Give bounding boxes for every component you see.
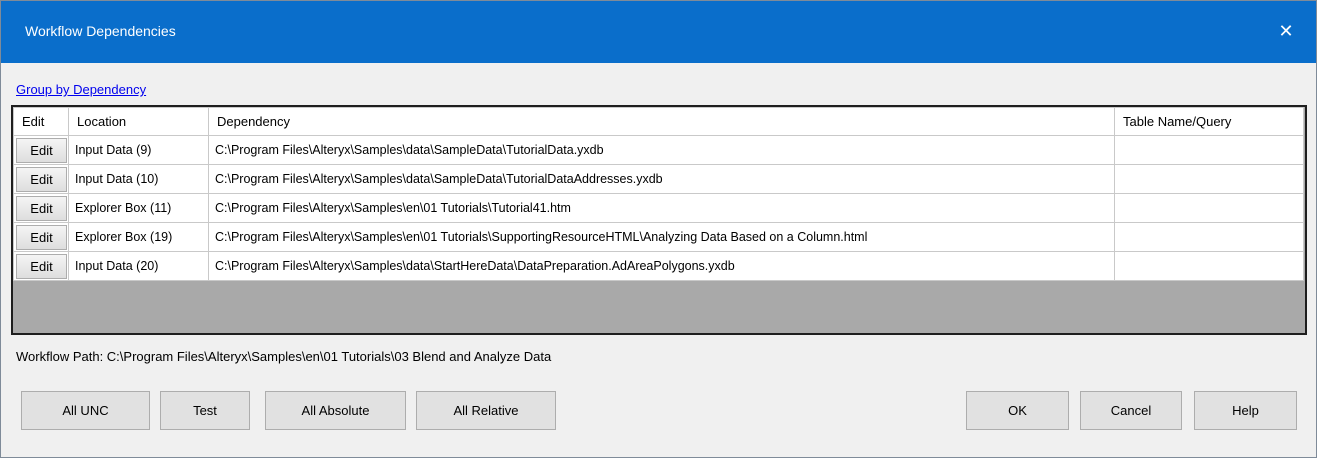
location-cell[interactable]: Explorer Box (19) — [68, 222, 209, 252]
all-relative-button[interactable]: All Relative — [416, 391, 556, 430]
table-row[interactable]: Edit Explorer Box (11) C:\Program Files\… — [13, 193, 1304, 223]
help-button[interactable]: Help — [1194, 391, 1297, 430]
dependencies-grid: Edit Location Dependency Table Name/Quer… — [11, 105, 1307, 335]
table-query-cell[interactable] — [1114, 164, 1304, 194]
edit-cell: Edit — [13, 193, 69, 223]
dependency-cell[interactable]: C:\Program Files\Alteryx\Samples\en\01 T… — [208, 222, 1115, 252]
edit-cell: Edit — [13, 164, 69, 194]
table-row[interactable]: Edit Input Data (10) C:\Program Files\Al… — [13, 164, 1304, 194]
workflow-dependencies-dialog: Workflow Dependencies ✕ Group by Depende… — [0, 0, 1317, 458]
table-header-row: Edit Location Dependency Table Name/Quer… — [13, 107, 1304, 136]
edit-button[interactable]: Edit — [16, 137, 67, 163]
dependencies-table: Edit Location Dependency Table Name/Quer… — [13, 107, 1304, 281]
workflow-path-label: Workflow Path: C:\Program Files\Alteryx\… — [16, 349, 552, 364]
ok-button[interactable]: OK — [966, 391, 1069, 430]
all-unc-button[interactable]: All UNC — [21, 391, 150, 430]
location-cell[interactable]: Input Data (10) — [68, 164, 209, 194]
column-header-dependency[interactable]: Dependency — [208, 107, 1115, 136]
table-query-cell[interactable] — [1114, 222, 1304, 252]
edit-button[interactable]: Edit — [16, 195, 67, 221]
dependency-cell[interactable]: C:\Program Files\Alteryx\Samples\data\St… — [208, 251, 1115, 281]
table-row[interactable]: Edit Explorer Box (19) C:\Program Files\… — [13, 222, 1304, 252]
location-cell[interactable]: Explorer Box (11) — [68, 193, 209, 223]
edit-button[interactable]: Edit — [16, 253, 67, 279]
table-query-cell[interactable] — [1114, 251, 1304, 281]
window-title: Workflow Dependencies — [25, 23, 176, 39]
all-absolute-button[interactable]: All Absolute — [265, 391, 406, 430]
edit-cell: Edit — [13, 222, 69, 252]
title-bar: Workflow Dependencies ✕ — [1, 1, 1316, 63]
table-query-cell[interactable] — [1114, 135, 1304, 165]
close-icon[interactable]: ✕ — [1272, 17, 1300, 45]
location-cell[interactable]: Input Data (20) — [68, 251, 209, 281]
dependency-cell[interactable]: C:\Program Files\Alteryx\Samples\data\Sa… — [208, 135, 1115, 165]
column-header-edit[interactable]: Edit — [13, 107, 69, 136]
location-cell[interactable]: Input Data (9) — [68, 135, 209, 165]
column-header-table-name-query[interactable]: Table Name/Query — [1114, 107, 1304, 136]
table-row[interactable]: Edit Input Data (9) C:\Program Files\Alt… — [13, 135, 1304, 165]
table-row[interactable]: Edit Input Data (20) C:\Program Files\Al… — [13, 251, 1304, 281]
group-by-dependency-link[interactable]: Group by Dependency — [16, 82, 146, 97]
column-header-location[interactable]: Location — [68, 107, 209, 136]
edit-button[interactable]: Edit — [16, 224, 67, 250]
cancel-button[interactable]: Cancel — [1080, 391, 1182, 430]
edit-cell: Edit — [13, 135, 69, 165]
dependency-cell[interactable]: C:\Program Files\Alteryx\Samples\data\Sa… — [208, 164, 1115, 194]
edit-button[interactable]: Edit — [16, 166, 67, 192]
edit-cell: Edit — [13, 251, 69, 281]
dependency-cell[interactable]: C:\Program Files\Alteryx\Samples\en\01 T… — [208, 193, 1115, 223]
table-query-cell[interactable] — [1114, 193, 1304, 223]
test-button[interactable]: Test — [160, 391, 250, 430]
